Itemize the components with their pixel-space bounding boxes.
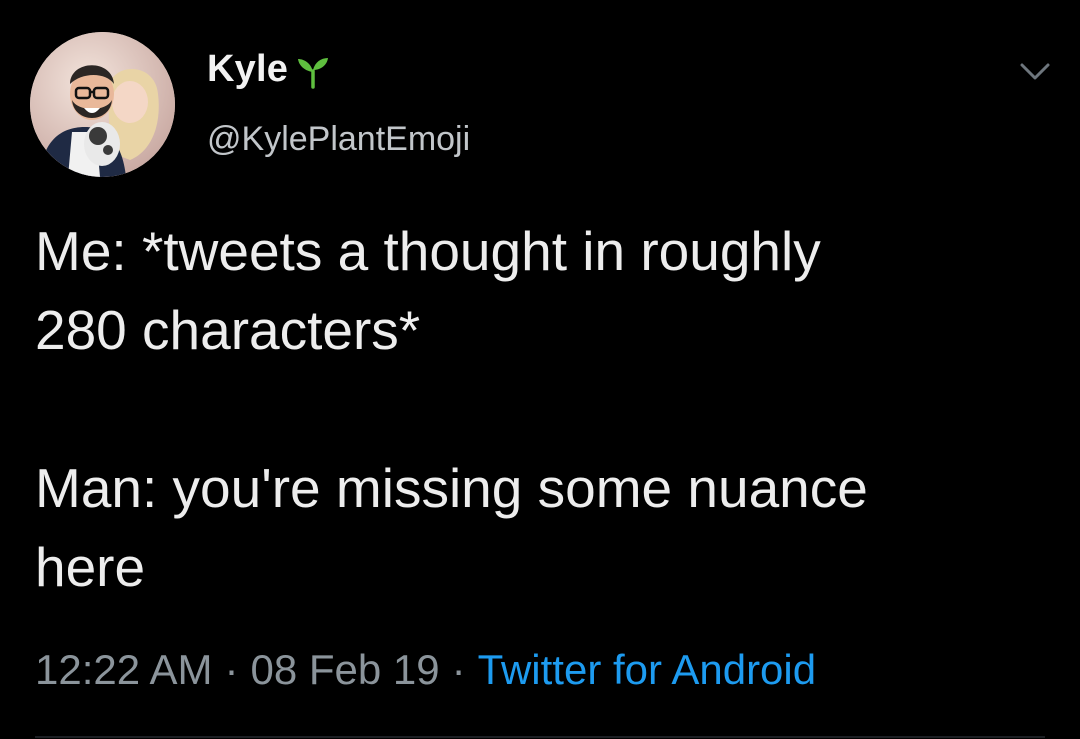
tweet-text-line: Man: you're missing some nuance <box>35 457 868 519</box>
seedling-icon <box>294 51 332 89</box>
meta-separator: · <box>224 646 239 693</box>
user-handle[interactable]: @KylePlantEmoji <box>207 120 470 159</box>
tweet-date[interactable]: 08 Feb 19 <box>250 646 439 693</box>
tweet-source-link[interactable]: Twitter for Android <box>478 646 816 693</box>
tweet-body: Me: *tweets a thought in roughly 280 cha… <box>35 212 1045 607</box>
tweet-text-line: here <box>35 536 146 598</box>
tweet-text-line: 280 characters* <box>35 299 421 361</box>
avatar-illustration <box>30 32 175 177</box>
divider <box>35 736 1045 738</box>
chevron-down-icon[interactable] <box>1018 58 1052 84</box>
meta-separator: · <box>451 646 466 693</box>
avatar[interactable] <box>30 32 175 177</box>
tweet-metadata: 12:22 AM · 08 Feb 19 · Twitter for Android <box>35 646 816 694</box>
tweet-text-line: Me: *tweets a thought in roughly <box>35 220 821 282</box>
tweet-time[interactable]: 12:22 AM <box>35 646 212 693</box>
display-name-text: Kyle <box>207 48 289 90</box>
display-name[interactable]: Kyle <box>207 48 332 91</box>
tweet-card: Kyle @KylePlantEmoji Me: *tweets a thoug… <box>0 0 1080 739</box>
